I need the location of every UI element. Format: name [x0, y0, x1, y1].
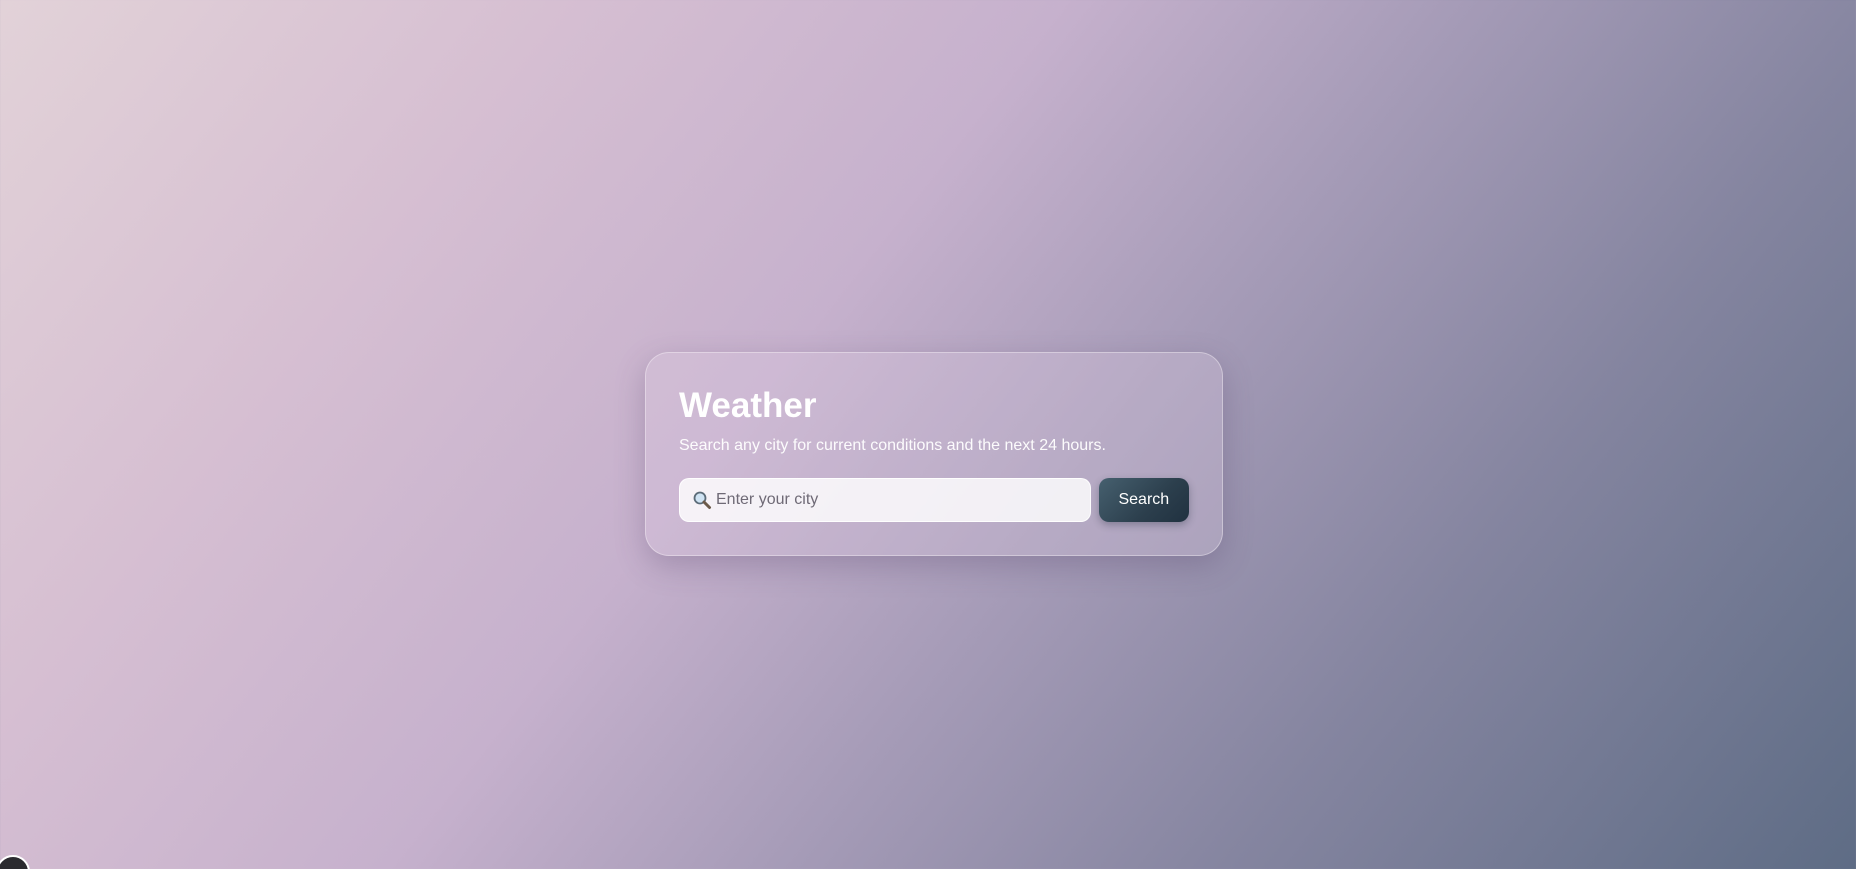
city-search-input[interactable]	[716, 479, 1086, 521]
search-button[interactable]: Search	[1098, 478, 1189, 522]
floating-widget-button[interactable]	[0, 855, 30, 869]
search-row: Search	[679, 478, 1189, 522]
page-title: Weather	[679, 386, 817, 425]
weather-card: Weather Search any city for current cond…	[645, 352, 1223, 556]
page-subtitle: Search any city for current conditions a…	[679, 437, 1106, 454]
magnifier-icon	[692, 490, 712, 510]
search-field[interactable]	[679, 478, 1091, 522]
